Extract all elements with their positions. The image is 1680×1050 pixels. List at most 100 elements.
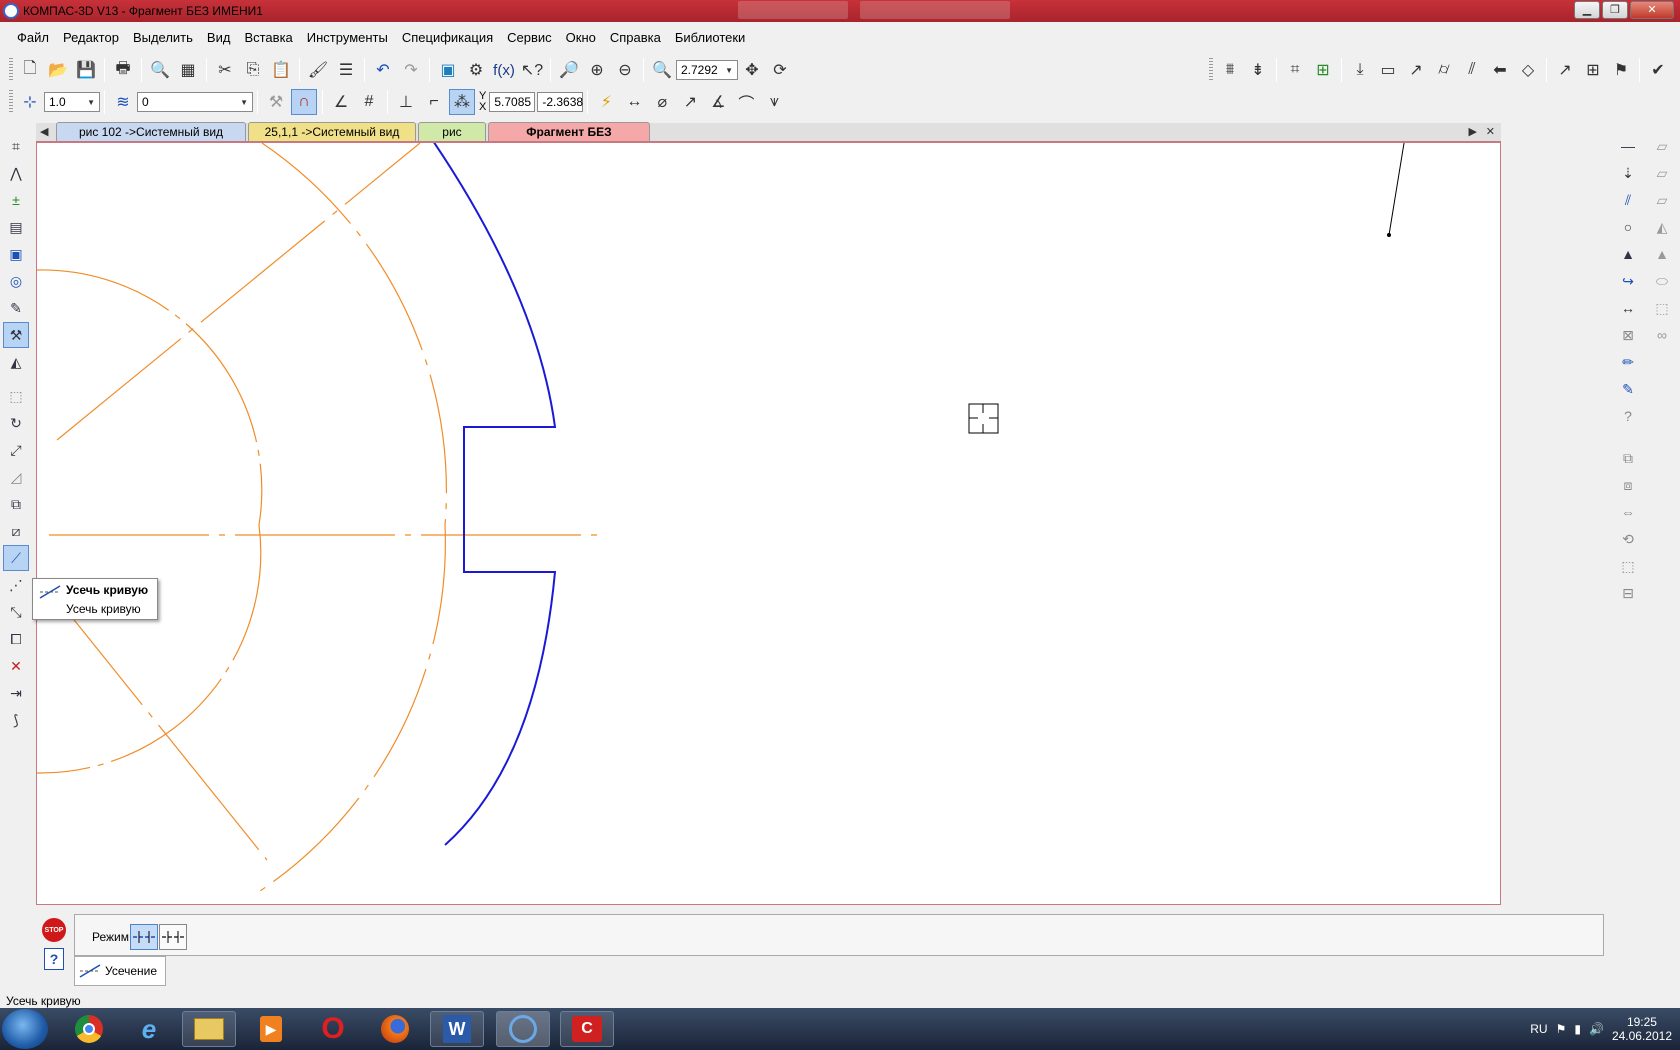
help-icon[interactable]: ? [44, 948, 64, 970]
extend-icon[interactable]: ⤡ [3, 599, 29, 625]
toolbar-grip[interactable] [1209, 58, 1213, 82]
table-grid-icon[interactable]: ⌗ [1282, 57, 1308, 83]
stack-icon[interactable]: ⧈ [1615, 472, 1641, 498]
box-icon[interactable]: ⬚ [1615, 553, 1641, 579]
properties-brush-icon[interactable]: ⚒ [263, 89, 289, 115]
cube-icon[interactable]: ⬚ [1649, 295, 1675, 321]
tab-ris102[interactable]: рис 102 [418, 122, 486, 158]
plane-angle-icon[interactable]: ▱ [1649, 187, 1675, 213]
mode-trim-outside-button[interactable] [159, 924, 187, 950]
diameter-dimension-icon[interactable]: ⌀ [649, 89, 675, 115]
chrome-icon[interactable] [62, 1011, 116, 1047]
chevron-down-icon[interactable]: ▼ [240, 98, 248, 107]
menu-window[interactable]: Окно [559, 30, 603, 45]
kompas-taskbar-icon[interactable] [496, 1011, 550, 1047]
layers-icon[interactable]: ≋ [110, 89, 136, 115]
tab-25-1-1-system-view[interactable]: 25,1,1 ->Системный вид [248, 122, 416, 141]
menu-libraries[interactable]: Библиотеки [668, 30, 752, 45]
round-coords-icon[interactable]: ⁂ [449, 89, 475, 115]
context-help-icon[interactable]: ↖? [519, 57, 545, 83]
chevron-down-icon[interactable]: ▼ [87, 98, 95, 107]
hatch-icon[interactable]: ⩩ [1217, 57, 1243, 83]
document-icon[interactable]: ▤ [3, 214, 29, 240]
pyramid-icon[interactable]: ◭ [1649, 214, 1675, 240]
cut-line-icon[interactable]: ⫽ [1459, 57, 1485, 83]
tolerance-icon[interactable]: ⌭ [1431, 57, 1457, 83]
spring-icon[interactable]: ∞ [1649, 322, 1675, 348]
zoom-window-icon[interactable]: 🔎 [556, 57, 582, 83]
linear-dimension-icon[interactable]: ↔ [621, 89, 647, 115]
opera-icon[interactable]: O [306, 1011, 360, 1047]
tabs-scroll-left-icon[interactable]: ◀ [40, 125, 48, 138]
pencil-t-icon[interactable]: ✎ [1615, 376, 1641, 402]
cut-icon[interactable]: ✂ [212, 57, 238, 83]
tab-trim[interactable]: Усечение [74, 956, 166, 986]
align-icon[interactable]: ⇥ [3, 680, 29, 706]
scale-icon[interactable]: ⤢ [3, 437, 29, 463]
cursor-step-icon[interactable]: ⊹ [17, 89, 43, 115]
spec-icon[interactable]: ▣ [3, 241, 29, 267]
media-player-icon[interactable]: ▶ [244, 1011, 298, 1047]
tab-ris102-system-view[interactable]: рис 102 ->Системный вид [56, 122, 246, 141]
start-button[interactable] [2, 1009, 48, 1049]
step-field[interactable]: 1.0 ▼ [44, 92, 100, 112]
designations-icon[interactable]: ± [3, 187, 29, 213]
word-icon[interactable]: W [430, 1011, 484, 1047]
redo-icon[interactable]: ↷ [398, 57, 424, 83]
menu-service[interactable]: Сервис [500, 30, 559, 45]
shapes-icon[interactable]: ◭ [3, 349, 29, 375]
edit-icon[interactable]: ↗ [1552, 57, 1578, 83]
local-cs-icon[interactable]: ⊥ [393, 89, 419, 115]
trim-curve-icon[interactable]: ⟋ [3, 545, 29, 571]
menu-view[interactable]: Вид [200, 30, 238, 45]
format-painter-icon[interactable]: 🖌 [305, 57, 331, 83]
roughness-icon[interactable]: ⩛ [761, 89, 787, 115]
base-icon[interactable]: ◇ [1515, 57, 1541, 83]
plane-offset-icon[interactable]: ▱ [1649, 160, 1675, 186]
parametrization-icon[interactable]: ◎ [3, 268, 29, 294]
drawing-canvas[interactable] [36, 134, 1501, 905]
trim-two-points-icon[interactable]: ⋰ [3, 572, 29, 598]
red-app-icon[interactable]: C [560, 1011, 614, 1047]
table-add-icon[interactable]: ⊞ [1310, 57, 1336, 83]
library-manager-icon[interactable]: ⚙ [463, 57, 489, 83]
copy-objects-icon[interactable]: ⧉ [3, 491, 29, 517]
preview-icon[interactable]: 🔍 [147, 57, 173, 83]
internet-explorer-icon[interactable]: e [122, 1011, 176, 1047]
print-icon[interactable]: 🖶 [110, 57, 136, 83]
zoom-level-field[interactable]: 2.7292 ▼ [676, 60, 738, 80]
geometry-icon[interactable]: ⌗ [3, 133, 29, 159]
fillet-icon[interactable]: ⟆ [3, 707, 29, 733]
zoom-scale-icon[interactable]: 🔍 [649, 57, 675, 83]
firefox-icon[interactable] [368, 1011, 422, 1047]
plane-icon[interactable]: ▱ [1649, 133, 1675, 159]
volume-icon[interactable]: 🔊 [1589, 1022, 1604, 1036]
chevron-down-icon[interactable]: ▼ [725, 66, 733, 75]
rotate-icon[interactable]: ↻ [3, 410, 29, 436]
cylinder-icon[interactable]: ⬭ [1649, 268, 1675, 294]
editing-icon[interactable]: ⚒ [3, 322, 29, 348]
symmetry-icon[interactable]: ◿ [3, 464, 29, 490]
manager-icon[interactable]: ▦ [175, 57, 201, 83]
move-icon[interactable]: ⬚ [3, 383, 29, 409]
rotate-3d-icon[interactable]: ⟲ [1615, 526, 1641, 552]
new-document-icon[interactable]: 🗋 [17, 57, 43, 83]
break-curve-icon[interactable]: ⧠ [3, 626, 29, 652]
paste-icon[interactable]: 📋 [268, 57, 294, 83]
restore-button[interactable]: ❐ [1602, 1, 1628, 19]
menu-editor[interactable]: Редактор [56, 30, 126, 45]
tree-view-icon[interactable]: ▣ [435, 57, 461, 83]
undo-icon[interactable]: ↶ [370, 57, 396, 83]
view-arrow-icon[interactable]: ⬅ [1487, 57, 1513, 83]
properties-icon[interactable]: ☰ [333, 57, 359, 83]
toolbar-grip[interactable] [9, 58, 13, 82]
angle-dimension-icon[interactable]: ∡ [705, 89, 731, 115]
zoom-out-icon[interactable]: ⊖ [612, 57, 638, 83]
tab-fragment-unnamed[interactable]: Фрагмент БЕЗ ИМЕНИ1 [488, 122, 650, 158]
copy-icon[interactable]: ⎘ [240, 57, 266, 83]
mirror-icon[interactable]: ⇔ [1615, 499, 1641, 525]
layer-field[interactable]: 0 ▼ [137, 92, 253, 112]
line-icon[interactable]: — [1615, 133, 1641, 159]
delete-icon[interactable]: ✕ [3, 653, 29, 679]
flag-icon[interactable]: ⚑ [1608, 57, 1634, 83]
